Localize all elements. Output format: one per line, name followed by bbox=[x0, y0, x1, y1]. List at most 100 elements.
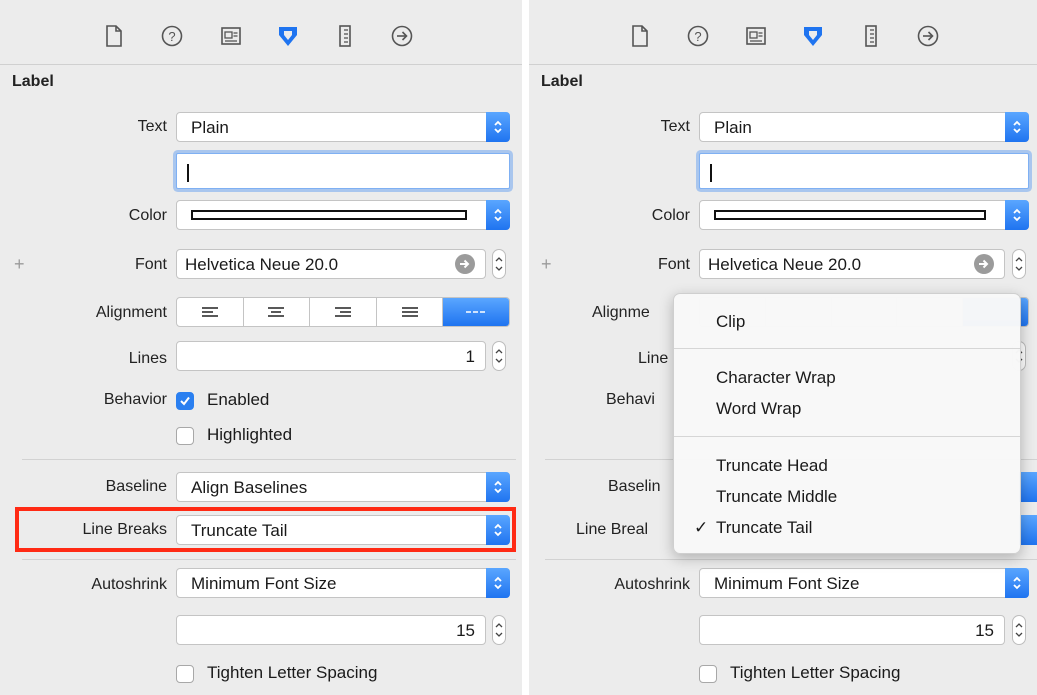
menu-item-truncate-tail[interactable]: Truncate Tail bbox=[716, 518, 812, 538]
autoshrink-popup[interactable]: Minimum Font Size bbox=[699, 568, 1029, 598]
attributes-inspector-panel-left: ? Label Text Plain Color + Font Helvetic… bbox=[0, 0, 522, 695]
size-inspector-icon[interactable] bbox=[333, 24, 357, 48]
font-field[interactable]: Helvetica Neue 20.0 bbox=[699, 249, 1005, 279]
lines-value: 1 bbox=[465, 347, 475, 366]
size-inspector-icon[interactable] bbox=[859, 24, 883, 48]
popup-arrows-icon bbox=[1005, 200, 1029, 230]
svg-text:?: ? bbox=[694, 29, 701, 44]
align-right-icon[interactable] bbox=[310, 298, 377, 326]
font-label: Font bbox=[134, 256, 167, 273]
connections-inspector-icon[interactable] bbox=[916, 24, 940, 48]
identity-inspector-icon[interactable] bbox=[219, 24, 243, 48]
align-center-icon[interactable] bbox=[244, 298, 311, 326]
tighten-checkbox[interactable] bbox=[176, 665, 194, 683]
menu-separator bbox=[674, 436, 1020, 437]
tighten-checkbox[interactable] bbox=[699, 665, 717, 683]
popup-arrows-icon bbox=[486, 568, 510, 598]
color-popup[interactable] bbox=[699, 200, 1029, 230]
lines-stepper[interactable] bbox=[492, 341, 506, 371]
min-font-size-stepper[interactable] bbox=[492, 615, 506, 645]
label-text-field[interactable] bbox=[176, 153, 510, 189]
divider bbox=[22, 459, 516, 460]
enabled-checkbox[interactable] bbox=[176, 392, 194, 410]
divider bbox=[22, 559, 516, 560]
color-label: Color bbox=[128, 207, 167, 224]
text-type-popup[interactable]: Plain bbox=[699, 112, 1029, 142]
file-inspector-icon[interactable] bbox=[103, 24, 127, 48]
min-font-size-field[interactable]: 15 bbox=[699, 615, 1005, 645]
menu-separator bbox=[674, 348, 1020, 349]
autoshrink-popup[interactable]: Minimum Font Size bbox=[176, 568, 510, 598]
line-breaks-label: Line Breal bbox=[576, 521, 649, 538]
attributes-inspector-icon[interactable] bbox=[276, 24, 300, 48]
baseline-label: Baseline bbox=[105, 478, 167, 495]
lines-field[interactable]: 1 bbox=[176, 341, 486, 371]
align-left-icon[interactable] bbox=[177, 298, 244, 326]
highlighted-checkbox[interactable] bbox=[176, 427, 194, 445]
add-variation-plus-icon[interactable]: + bbox=[14, 254, 25, 275]
baseline-label: Baselin bbox=[608, 478, 661, 495]
identity-inspector-icon[interactable] bbox=[744, 24, 768, 48]
connections-inspector-icon[interactable] bbox=[390, 24, 414, 48]
font-size-stepper[interactable] bbox=[492, 249, 506, 279]
file-inspector-icon[interactable] bbox=[629, 24, 653, 48]
highlighted-label: Highlighted bbox=[207, 425, 293, 444]
align-justify-icon[interactable] bbox=[377, 298, 444, 326]
enabled-label: Enabled bbox=[207, 390, 270, 409]
text-caret bbox=[187, 164, 189, 182]
min-font-size-stepper[interactable] bbox=[1012, 615, 1026, 645]
help-icon[interactable]: ? bbox=[686, 24, 710, 48]
alignment-label: Alignme bbox=[592, 304, 650, 321]
help-icon[interactable]: ? bbox=[160, 24, 184, 48]
popup-arrows-icon bbox=[486, 515, 510, 545]
text-type-value: Plain bbox=[714, 118, 752, 137]
line-breaks-popup[interactable]: Truncate Tail bbox=[176, 515, 510, 545]
tighten-label: Tighten Letter Spacing bbox=[730, 663, 901, 682]
alignment-segmented-control[interactable] bbox=[176, 297, 510, 327]
text-caret bbox=[710, 164, 712, 182]
line-breaks-label: Line Breaks bbox=[82, 521, 168, 538]
baseline-popup-arrows-icon[interactable] bbox=[1019, 472, 1037, 502]
behavior-label: Behavi bbox=[606, 391, 655, 408]
menu-item-truncate-head[interactable]: Truncate Head bbox=[716, 456, 828, 476]
panel-separator bbox=[522, 0, 529, 695]
font-value: Helvetica Neue 20.0 bbox=[185, 255, 339, 274]
inspector-toolbar: ? bbox=[0, 0, 522, 65]
popup-arrows-icon bbox=[486, 112, 510, 142]
menu-item-character-wrap[interactable]: Character Wrap bbox=[716, 368, 836, 388]
menu-item-word-wrap[interactable]: Word Wrap bbox=[716, 399, 801, 419]
add-variation-plus-icon[interactable]: + bbox=[541, 254, 552, 275]
lines-label: Lines bbox=[128, 350, 167, 367]
autoshrink-value: Minimum Font Size bbox=[714, 574, 860, 593]
color-popup[interactable] bbox=[176, 200, 510, 230]
font-picker-arrow-icon[interactable] bbox=[974, 254, 994, 274]
inspector-toolbar: ? bbox=[529, 0, 1037, 65]
popup-arrows-icon bbox=[486, 472, 510, 502]
color-swatch bbox=[191, 210, 467, 220]
baseline-value: Align Baselines bbox=[191, 478, 308, 497]
popup-arrows-icon bbox=[486, 200, 510, 230]
min-font-size-field[interactable]: 15 bbox=[176, 615, 486, 645]
autoshrink-label: Autoshrink bbox=[614, 576, 690, 593]
menu-item-truncate-middle[interactable]: Truncate Middle bbox=[716, 487, 837, 507]
tighten-label: Tighten Letter Spacing bbox=[207, 663, 378, 682]
autoshrink-value: Minimum Font Size bbox=[191, 574, 337, 593]
autoshrink-label: Autoshrink bbox=[91, 576, 167, 593]
min-font-size-value: 15 bbox=[975, 621, 994, 640]
text-label: Text bbox=[137, 118, 167, 135]
font-picker-arrow-icon[interactable] bbox=[455, 254, 475, 274]
attributes-inspector-icon[interactable] bbox=[801, 24, 825, 48]
menu-item-clip[interactable]: Clip bbox=[716, 312, 745, 332]
line-breaks-popup-arrows-icon[interactable] bbox=[1019, 515, 1037, 545]
popup-arrows-icon bbox=[1005, 112, 1029, 142]
label-text-field[interactable] bbox=[699, 153, 1029, 189]
font-size-stepper[interactable] bbox=[1012, 249, 1026, 279]
line-breaks-value: Truncate Tail bbox=[191, 521, 288, 540]
font-field[interactable]: Helvetica Neue 20.0 bbox=[176, 249, 486, 279]
color-swatch bbox=[714, 210, 986, 220]
baseline-popup[interactable]: Align Baselines bbox=[176, 472, 510, 502]
align-natural-icon[interactable] bbox=[443, 298, 509, 326]
text-type-popup[interactable]: Plain bbox=[176, 112, 510, 142]
line-breaks-menu: Clip Character Wrap Word Wrap Truncate H… bbox=[673, 293, 1021, 554]
attributes-inspector-panel-right: ? Label Text Plain Color + Font Helvetic… bbox=[529, 0, 1037, 695]
